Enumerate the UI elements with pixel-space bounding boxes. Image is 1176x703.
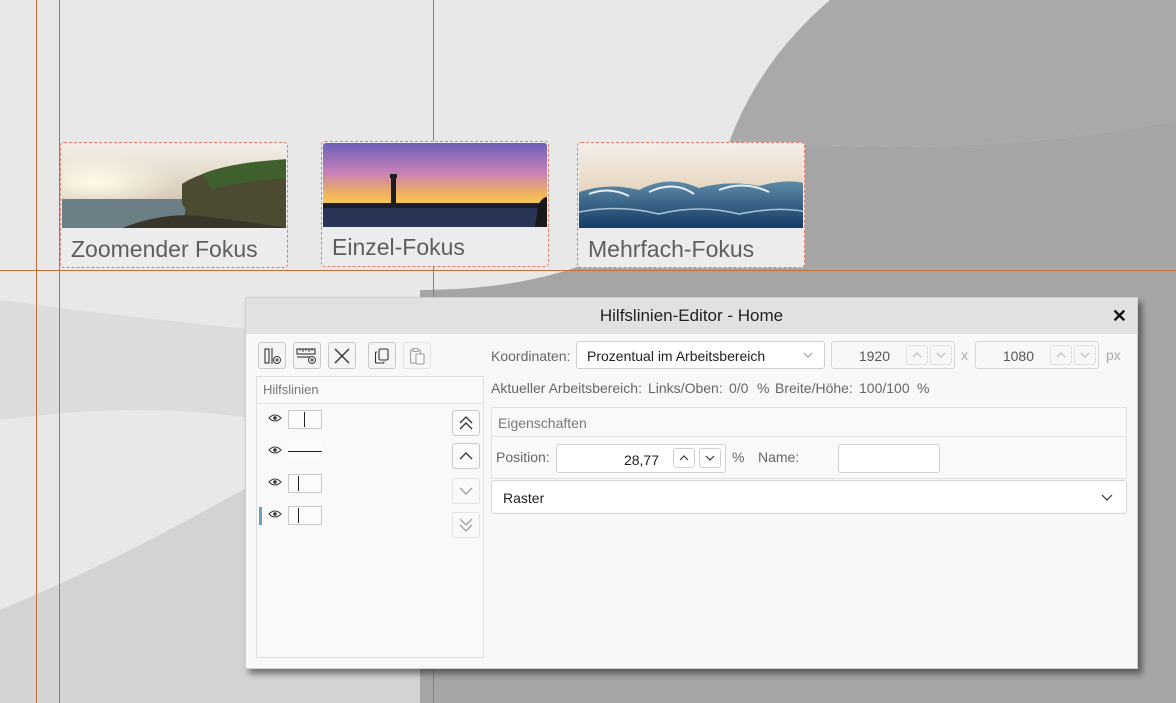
size-unit: px	[1106, 347, 1121, 363]
list-item-selected[interactable]	[257, 503, 337, 529]
guide-preview-vertical	[288, 474, 322, 493]
list-item[interactable]	[257, 471, 337, 497]
guide-line-vertical[interactable]	[59, 0, 60, 703]
size-value: 100/100	[859, 380, 910, 396]
delete-guide-button[interactable]	[328, 342, 356, 369]
tile-zoom-focus[interactable]: Zoomender Fokus	[60, 142, 288, 268]
properties-header: Eigenschaften	[492, 408, 1126, 437]
eye-icon[interactable]	[268, 477, 282, 487]
raster-label: Raster	[503, 490, 545, 506]
position-increment-button[interactable]	[673, 448, 695, 468]
chevron-up-icon	[459, 452, 473, 460]
left-top-unit: %	[757, 380, 770, 396]
tile-label: Einzel-Fokus	[332, 234, 465, 260]
chevron-down-icon	[936, 352, 946, 358]
double-chevron-up-icon	[459, 416, 473, 430]
tile-label: Mehrfach-Fokus	[588, 236, 755, 262]
add-horizontal-guide-icon	[296, 347, 316, 364]
guide-line-vertical[interactable]	[36, 0, 37, 703]
close-icon[interactable]: ✕	[1112, 306, 1127, 327]
copy-icon	[374, 347, 389, 364]
workspace-width-value: 1920	[858, 348, 890, 364]
chevron-down-icon	[1101, 494, 1113, 501]
chevron-up-icon	[1056, 352, 1066, 358]
left-top-value: 0/0	[729, 380, 749, 396]
eye-icon[interactable]	[268, 509, 282, 519]
position-decrement-button[interactable]	[699, 448, 721, 468]
guide-preview-vertical	[288, 410, 322, 429]
guides-list-panel: Hilfslinien	[256, 376, 484, 658]
raster-section[interactable]: Raster	[491, 480, 1127, 514]
delete-icon	[334, 348, 350, 363]
tile-multi-focus[interactable]: Mehrfach-Fokus	[577, 142, 805, 268]
position-input[interactable]: 28,77	[556, 444, 726, 473]
add-vertical-guide-icon	[264, 347, 281, 364]
double-chevron-down-icon	[459, 518, 473, 532]
height-increment-button[interactable]	[1050, 345, 1072, 365]
workspace-height-field[interactable]: 1080	[975, 341, 1099, 369]
width-decrement-button[interactable]	[930, 345, 952, 365]
add-vertical-guide-button[interactable]	[258, 342, 286, 369]
size-unit-percent: %	[917, 380, 930, 396]
move-to-top-button[interactable]	[452, 410, 480, 436]
position-unit: %	[732, 449, 745, 465]
workarea-label: Aktueller Arbeitsbereich:	[491, 380, 642, 396]
height-decrement-button[interactable]	[1074, 345, 1096, 365]
chevron-down-icon	[803, 352, 813, 358]
name-label: Name:	[758, 449, 800, 465]
workspace-width-field[interactable]: 1920	[831, 341, 955, 369]
copy-button[interactable]	[368, 342, 396, 369]
coordinates-mode-value: Prozentual im Arbeitsbereich	[587, 348, 766, 364]
width-increment-button[interactable]	[906, 345, 928, 365]
move-up-button[interactable]	[452, 443, 480, 469]
size-label: Breite/Höhe:	[775, 380, 853, 396]
dialog-titlebar[interactable]: Hilfslinien-Editor - Home ✕	[246, 298, 1137, 334]
tile-single-focus[interactable]: Einzel-Fokus	[321, 141, 549, 267]
chevron-up-icon	[679, 455, 689, 461]
eye-icon[interactable]	[268, 413, 282, 423]
workspace-height-value: 1080	[1002, 348, 1034, 364]
chevron-down-icon	[705, 455, 715, 461]
selection-indicator	[259, 507, 262, 525]
coordinates-label: Koordinaten:	[491, 348, 571, 364]
lighthouse-sunset-photo	[323, 143, 547, 227]
eye-icon[interactable]	[268, 445, 282, 455]
paste-button[interactable]	[403, 342, 431, 369]
coordinates-mode-select[interactable]: Prozentual im Arbeitsbereich	[576, 341, 825, 369]
properties-panel: Eigenschaften Position: 28,77 % Name:	[491, 407, 1127, 479]
chevron-up-icon	[912, 352, 922, 358]
left-top-label: Links/Oben:	[648, 380, 723, 396]
guides-editor-dialog: Hilfslinien-Editor - Home ✕ Hilfslinien …	[245, 297, 1138, 669]
chevron-down-icon	[1080, 352, 1090, 358]
paste-icon	[409, 347, 425, 365]
add-horizontal-guide-button[interactable]	[293, 342, 321, 369]
move-down-button[interactable]	[452, 478, 480, 504]
name-input[interactable]	[838, 444, 940, 473]
ocean-waves-photo	[579, 144, 803, 228]
guide-line-horizontal[interactable]	[0, 270, 1176, 271]
move-to-bottom-button[interactable]	[452, 512, 480, 538]
list-item[interactable]	[257, 439, 337, 465]
position-value: 28,77	[623, 452, 659, 468]
guide-preview-horizontal	[288, 442, 322, 461]
chevron-down-icon	[459, 487, 473, 495]
guide-preview-vertical	[288, 506, 322, 525]
dialog-title: Hilfslinien-Editor - Home	[599, 306, 784, 325]
tile-label: Zoomender Fokus	[71, 236, 258, 262]
guides-list-header: Hilfslinien	[257, 377, 483, 404]
size-separator: x	[961, 347, 968, 363]
position-label: Position:	[496, 449, 550, 465]
coast-sunset-photo	[62, 144, 286, 228]
list-item[interactable]	[257, 407, 337, 433]
